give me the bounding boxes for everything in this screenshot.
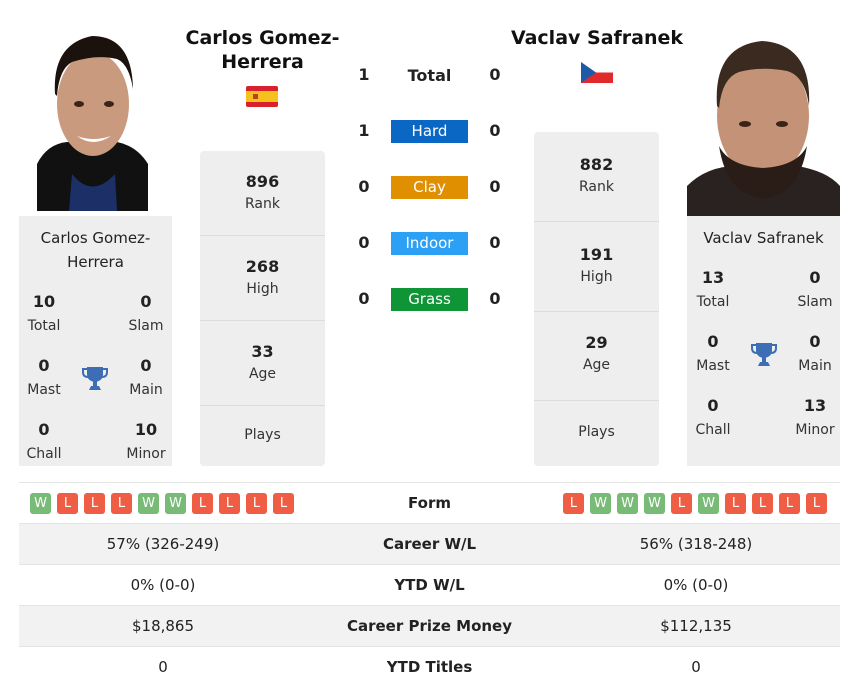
h2h-total-row: 1 Total 0: [358, 65, 501, 85]
player2-titles-total: 13 Total: [696, 268, 730, 310]
player1-rank: 896 Rank: [200, 151, 325, 236]
surface-indoor-badge[interactable]: Indoor: [391, 232, 468, 255]
surface-hard-badge[interactable]: Hard: [391, 120, 468, 143]
player1-titles-card: Carlos Gomez-Herrera 10 Total 0 Slam 0 M…: [19, 216, 172, 466]
player2-card-name: Vaclav Safranek: [703, 229, 824, 247]
player2-ytd-titles: 0: [691, 658, 701, 676]
form-loss-badge[interactable]: L: [563, 493, 584, 514]
h2h-clay-row: 0 Clay 0: [350, 175, 510, 199]
player2-titles-chall: 0 Chall: [695, 396, 731, 438]
player2-rank: 882 Rank: [534, 132, 659, 222]
form-win-badge[interactable]: W: [30, 493, 51, 514]
player2-titles-slam: 0 Slam: [797, 268, 833, 310]
form-loss-badge[interactable]: L: [111, 493, 132, 514]
player2-name[interactable]: Vaclav Safranek: [500, 26, 694, 50]
trophy-icon: [82, 365, 108, 391]
form-win-badge[interactable]: W: [165, 493, 186, 514]
player2-rank-panel: 882 Rank 191 High 29 Age Plays: [534, 132, 659, 466]
form-row: WLLLWWLLLL Form LWWWLWLLLL: [19, 482, 840, 523]
player1-career-wl: 57% (326-249): [106, 535, 220, 553]
h2h-hard-row: 1 Hard 0: [350, 119, 510, 143]
player2-photo: [687, 16, 840, 216]
form-loss-badge[interactable]: L: [671, 493, 692, 514]
player1-titles-total: 10 Total: [27, 292, 61, 334]
table-row-ytd-wl: 0% (0-0) YTD W/L 0% (0-0): [19, 564, 840, 605]
form-win-badge[interactable]: W: [698, 493, 719, 514]
player2-form: LWWWLWLLLL: [563, 493, 827, 514]
trophy-icon: [751, 341, 777, 367]
player1-form: WLLLWWLLLL: [30, 493, 294, 514]
form-loss-badge[interactable]: L: [57, 493, 78, 514]
career-wl-label: Career W/L: [382, 535, 477, 553]
player1-ytd-titles: 0: [158, 658, 168, 676]
table-row-ytd-titles: 0 YTD Titles 0: [19, 646, 840, 687]
form-win-badge[interactable]: W: [644, 493, 665, 514]
form-win-badge[interactable]: W: [617, 493, 638, 514]
player2-titles-main: 0 Main: [798, 332, 832, 374]
surface-clay-badge[interactable]: Clay: [391, 176, 468, 199]
form-loss-badge[interactable]: L: [192, 493, 213, 514]
player2-age: 29 Age: [534, 312, 659, 401]
player2-prize-money: $112,135: [660, 617, 732, 635]
form-loss-badge[interactable]: L: [806, 493, 827, 514]
ytd-titles-label: YTD Titles: [386, 658, 473, 676]
player1-titles-main: 0 Main: [129, 356, 163, 398]
h2h-indoor-row: 0 Indoor 0: [350, 231, 510, 255]
player1-name[interactable]: Carlos Gomez-Herrera: [175, 26, 350, 74]
player1-ytd-wl: 0% (0-0): [130, 576, 196, 594]
form-loss-badge[interactable]: L: [273, 493, 294, 514]
spain-flag-icon: [246, 86, 278, 107]
player1-plays: Plays: [244, 427, 281, 443]
table-row-prize-money: $18,865 Career Prize Money $112,135: [19, 605, 840, 646]
player2-career-wl: 56% (318-248): [639, 535, 753, 553]
form-loss-badge[interactable]: L: [752, 493, 773, 514]
player2-high: 191 High: [534, 222, 659, 312]
form-loss-badge[interactable]: L: [246, 493, 267, 514]
ytd-wl-label: YTD W/L: [394, 576, 465, 594]
h2h-total-label: Total: [407, 66, 452, 85]
form-loss-badge[interactable]: L: [779, 493, 800, 514]
player2-titles-card: Vaclav Safranek 13 Total 0 Slam 0 Mast 0…: [687, 216, 840, 466]
form-loss-badge[interactable]: L: [219, 493, 240, 514]
player1-titles-minor: 10 Minor: [126, 420, 166, 462]
player1-rank-panel: 896 Rank 268 High 33 Age Plays: [200, 151, 325, 466]
form-label: Form: [408, 494, 451, 512]
player1-titles-mast: 0 Mast: [27, 356, 61, 398]
player1-titles-slam: 0 Slam: [128, 292, 164, 334]
surface-grass-badge[interactable]: Grass: [391, 288, 468, 311]
prize-money-label: Career Prize Money: [346, 617, 512, 635]
player2-plays: Plays: [578, 424, 615, 440]
player1-age: 33 Age: [200, 321, 325, 406]
form-win-badge[interactable]: W: [590, 493, 611, 514]
table-row-career-wl: 57% (326-249) Career W/L 56% (318-248): [19, 523, 840, 564]
form-loss-badge[interactable]: L: [84, 493, 105, 514]
player1-titles-chall: 0 Chall: [26, 420, 62, 462]
player1-high: 268 High: [200, 236, 325, 321]
player1-photo: [37, 24, 148, 211]
player2-titles-minor: 13 Minor: [795, 396, 835, 438]
h2h-grass-row: 0 Grass 0: [350, 287, 510, 311]
player2-titles-mast: 0 Mast: [696, 332, 730, 374]
player1-prize-money: $18,865: [131, 617, 195, 635]
player1-card-name: Carlos Gomez-Herrera: [40, 229, 151, 271]
form-loss-badge[interactable]: L: [725, 493, 746, 514]
form-win-badge[interactable]: W: [138, 493, 159, 514]
czech-flag-icon: [581, 62, 613, 83]
player2-ytd-wl: 0% (0-0): [663, 576, 729, 594]
